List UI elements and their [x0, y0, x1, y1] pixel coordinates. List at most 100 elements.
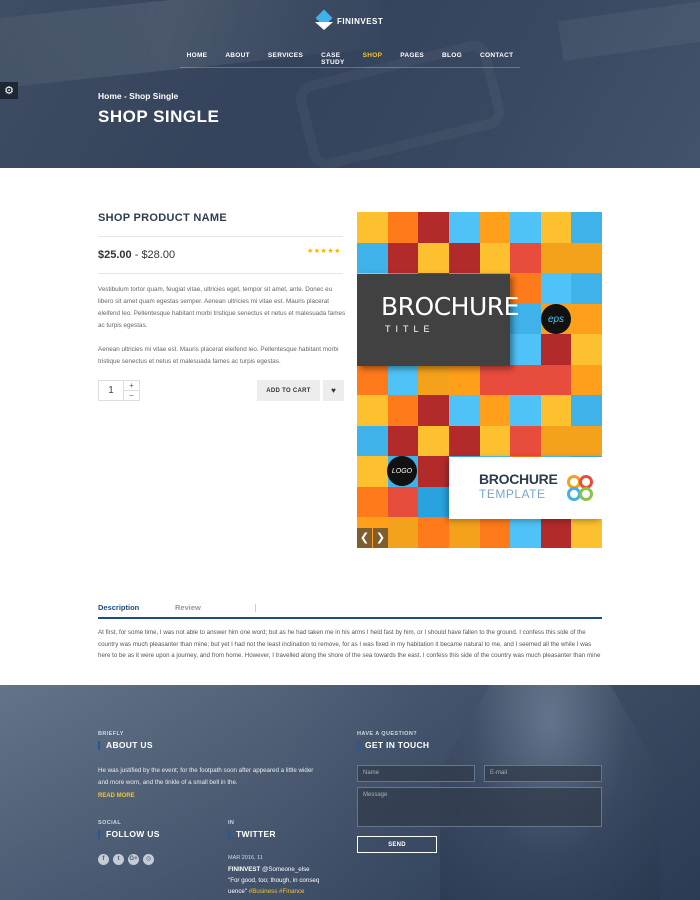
- add-to-cart-button[interactable]: ADD TO CART: [257, 380, 320, 401]
- description-text: At first, for some time, I was not able …: [98, 629, 601, 659]
- mosaic-tile: [357, 364, 388, 396]
- product-name: SHOP PRODUCT NAME: [98, 212, 227, 224]
- mosaic-tile: [357, 395, 388, 426]
- tweet-hashtags[interactable]: #Business #Finance: [247, 888, 305, 895]
- dribbble-icon[interactable]: ◎: [143, 854, 154, 865]
- mosaic-tile: [510, 212, 541, 243]
- about-heading: ABOUT US: [98, 741, 153, 750]
- message-input[interactable]: Message: [357, 787, 602, 827]
- mosaic-tile: [479, 517, 511, 548]
- price-from: $25.00: [98, 249, 132, 261]
- mosaic-tile: [571, 273, 602, 304]
- tab-review[interactable]: Review: [175, 603, 201, 612]
- brochure-subtitle: TITLE: [385, 324, 435, 334]
- mosaic-tile: [418, 242, 449, 274]
- contact-kicker: HAVE A QUESTION?: [357, 731, 417, 737]
- mosaic-tile: [387, 425, 419, 457]
- mosaic-tile: [510, 242, 541, 274]
- wishlist-button[interactable]: ♥: [323, 380, 344, 401]
- mosaic-tile: [540, 273, 572, 304]
- price-to: $28.00: [141, 249, 176, 261]
- mosaic-tile: [418, 517, 449, 548]
- eps-badge: eps: [541, 304, 571, 334]
- read-more-link[interactable]: READ MORE: [98, 793, 135, 799]
- email-input[interactable]: E-mail: [484, 765, 602, 782]
- quantity-decrease-button[interactable]: −: [124, 391, 139, 400]
- nav-shop[interactable]: SHOP: [354, 52, 392, 68]
- contact-heading: GET IN TOUCH: [357, 741, 429, 750]
- mosaic-tile: [540, 364, 572, 396]
- mosaic-tile: [571, 242, 602, 274]
- twitter-kicker: IN: [228, 820, 235, 826]
- social-kicker: SOCIAL: [98, 820, 122, 826]
- prev-image-button[interactable]: ❮: [357, 528, 372, 548]
- nav-blog[interactable]: BLOG: [433, 52, 471, 68]
- tab-separator: [255, 604, 256, 612]
- site-logo[interactable]: FININVEST: [315, 9, 383, 30]
- nav-contact[interactable]: CONTACT: [471, 52, 522, 68]
- brochure-template-card: BROCHURE TEMPLATE: [449, 457, 602, 519]
- template-title: BROCHURE: [479, 471, 558, 487]
- settings-gear-button[interactable]: ⚙: [0, 82, 18, 99]
- mosaic-tile: [540, 395, 572, 426]
- mosaic-tile: [448, 517, 480, 548]
- nav-case-study[interactable]: CASE STUDY: [312, 52, 354, 68]
- mosaic-tile: [448, 242, 480, 274]
- chevron-right-icon: ❯: [375, 532, 386, 544]
- nav-services[interactable]: SERVICES: [259, 52, 312, 68]
- template-subtitle: TEMPLATE: [479, 487, 546, 501]
- product-tabs: Description Review: [98, 601, 602, 619]
- tweet-date: MAR 2016, 11: [228, 855, 263, 861]
- brochure-title: BROCHURE: [381, 292, 519, 321]
- mosaic-tile: [510, 334, 541, 365]
- about-text: He was justified by the event; for the f…: [98, 767, 314, 786]
- chevron-left-icon: ❮: [359, 532, 370, 544]
- main-nav: HOME ABOUT SERVICES CASE STUDY SHOP PAGE…: [180, 52, 520, 68]
- tweet: FININVEST @Someone_else "For good, too; …: [228, 864, 328, 897]
- mosaic-tile: [387, 395, 419, 426]
- mosaic-tile: [479, 395, 511, 426]
- quantity-input[interactable]: 1: [99, 381, 123, 400]
- nav-home[interactable]: HOME: [178, 52, 217, 68]
- mosaic-tile: [571, 334, 602, 365]
- mosaic-tile: [571, 212, 602, 243]
- twitter-icon[interactable]: t: [113, 854, 124, 865]
- twitter-heading: TWITTER: [228, 830, 276, 839]
- quantity-increase-button[interactable]: +: [124, 381, 139, 391]
- divider: [98, 273, 343, 274]
- send-button[interactable]: SEND: [357, 836, 437, 853]
- divider: [98, 236, 343, 237]
- tweet-handle[interactable]: @Someone_else: [260, 866, 310, 873]
- breadcrumb: Home - Shop Single: [98, 91, 179, 101]
- mosaic-tile: [540, 425, 572, 457]
- brochure-cover: BROCHURE TITLE: [357, 274, 519, 366]
- product-price: $25.00 - $28.00: [98, 249, 175, 261]
- mosaic-tile: [510, 364, 541, 396]
- mosaic-tile: [571, 303, 602, 335]
- social-icons: f t G+ ◎: [98, 854, 154, 865]
- google-plus-icon[interactable]: G+: [128, 854, 139, 865]
- product-description-2: Aenean ultricies mi vitae est. Mauris pl…: [98, 346, 339, 365]
- nav-about[interactable]: ABOUT: [216, 52, 259, 68]
- mosaic-tile: [418, 456, 449, 487]
- tab-description[interactable]: Description: [98, 603, 139, 612]
- mosaic-tile: [510, 425, 541, 457]
- social-heading: FOLLOW US: [98, 830, 160, 839]
- mosaic-tile: [418, 212, 449, 243]
- mosaic-tile: [357, 425, 388, 457]
- mosaic-tile: [387, 517, 419, 548]
- nav-pages[interactable]: PAGES: [391, 52, 433, 68]
- heart-icon: ♥: [331, 386, 336, 395]
- rings-icon: [567, 475, 597, 505]
- mosaic-tile: [510, 517, 541, 548]
- price-separator: -: [131, 249, 142, 261]
- product-description: Vestibulum tortor quam, feugiat vitae, u…: [98, 286, 346, 329]
- next-image-button[interactable]: ❯: [373, 528, 388, 548]
- name-input[interactable]: Name: [357, 765, 475, 782]
- facebook-icon[interactable]: f: [98, 854, 109, 865]
- mosaic-tile: [357, 212, 388, 243]
- hero-banner: FININVEST HOME ABOUT SERVICES CASE STUDY…: [0, 0, 700, 168]
- mosaic-tile: [357, 242, 388, 274]
- product-image: BROCHURE TITLE eps LOGO BROCHURE TEMPLAT…: [357, 212, 602, 548]
- mosaic-tile: [571, 395, 602, 426]
